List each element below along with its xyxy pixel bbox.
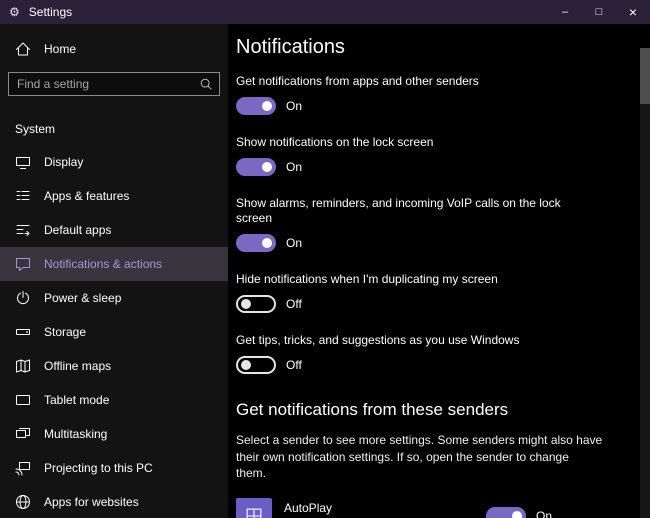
- setting-label: Get tips, tricks, and suggestions as you…: [236, 333, 626, 348]
- home-icon: [15, 41, 31, 57]
- toggle-state-label: On: [286, 160, 302, 174]
- setting-label: Show alarms, reminders, and incoming VoI…: [236, 196, 626, 226]
- close-button[interactable]: ×: [616, 0, 650, 24]
- window-controls: – □ ×: [548, 0, 650, 24]
- sidebar-item-label: Offline maps: [44, 359, 111, 373]
- projecting-icon: [15, 460, 31, 476]
- display-icon: [15, 154, 31, 170]
- storage-icon: [15, 324, 31, 340]
- sidebar-item-label: Projecting to this PC: [44, 461, 153, 475]
- toggle-state-label: On: [536, 509, 552, 518]
- sidebar-item-label: Power & sleep: [44, 291, 121, 305]
- gear-icon: ⚙: [9, 6, 20, 18]
- toggle-knob: [262, 101, 272, 111]
- sidebar-item-storage[interactable]: Storage: [0, 315, 228, 349]
- toggle-switch[interactable]: [236, 295, 276, 313]
- minimize-button[interactable]: –: [548, 0, 582, 24]
- sidebar-item-apps-features[interactable]: Apps & features: [0, 179, 228, 213]
- setting-get-notifications: Get notifications from apps and other se…: [236, 74, 626, 115]
- sidebar-item-label: Apps & features: [44, 189, 129, 203]
- toggle-switch[interactable]: [236, 234, 276, 252]
- setting-label: Show notifications on the lock screen: [236, 135, 626, 150]
- window-title: Settings: [29, 5, 72, 19]
- sidebar-item-home[interactable]: Home: [0, 32, 228, 66]
- sidebar-item-default-apps[interactable]: Default apps: [0, 213, 228, 247]
- sidebar-item-tablet-mode[interactable]: Tablet mode: [0, 383, 228, 417]
- sidebar-item-label: Tablet mode: [44, 393, 109, 407]
- toggle-knob: [262, 162, 272, 172]
- toggle-switch[interactable]: [486, 507, 526, 518]
- websites-icon: [15, 494, 31, 510]
- sidebar-item-label: Display: [44, 155, 83, 169]
- page-title: Notifications: [236, 34, 626, 60]
- toggle-switch[interactable]: [236, 356, 276, 374]
- setting-label: Hide notifications when I'm duplicating …: [236, 272, 626, 287]
- setting-label: Get notifications from apps and other se…: [236, 74, 626, 89]
- notifications-icon: [15, 256, 31, 272]
- sidebar-item-label: Default apps: [44, 223, 111, 237]
- senders-section-description: Select a sender to see more settings. So…: [236, 432, 626, 482]
- notifications-settings-page: Notifications Get notifications from app…: [228, 24, 650, 518]
- senders-section-title: Get notifications from these senders: [236, 400, 626, 420]
- sidebar-item-label: Multitasking: [44, 427, 107, 441]
- sidebar-item-label: Home: [44, 42, 76, 56]
- offline-maps-icon: [15, 358, 31, 374]
- toggle-switch[interactable]: [236, 97, 276, 115]
- sidebar-item-apps-websites[interactable]: Apps for websites: [0, 485, 228, 518]
- sidebar-item-label: Storage: [44, 325, 86, 339]
- toggle-state-label: Off: [286, 358, 302, 372]
- sidebar-item-multitasking[interactable]: Multitasking: [0, 417, 228, 451]
- setting-alarms-voip-lock-screen: Show alarms, reminders, and incoming VoI…: [236, 196, 626, 252]
- search-box: [8, 72, 220, 96]
- toggle-state-label: Off: [286, 297, 302, 311]
- sender-name: AutoPlay: [284, 501, 389, 515]
- settings-sidebar: Home System Display Apps & features: [0, 24, 228, 518]
- apps-features-icon: [15, 188, 31, 204]
- sidebar-item-notifications-actions[interactable]: Notifications & actions: [0, 247, 228, 281]
- sidebar-item-label: Notifications & actions: [44, 257, 162, 271]
- sidebar-item-projecting[interactable]: Projecting to this PC: [0, 451, 228, 485]
- sidebar-item-display[interactable]: Display: [0, 145, 228, 179]
- scrollbar-thumb[interactable]: [640, 48, 650, 104]
- sidebar-nav: Display Apps & features Default apps Not…: [0, 145, 228, 518]
- setting-tips-tricks-suggestions: Get tips, tricks, and suggestions as you…: [236, 333, 626, 374]
- toggle-knob: [241, 360, 251, 370]
- tablet-mode-icon: [15, 392, 31, 408]
- toggle-state-label: On: [286, 99, 302, 113]
- sidebar-section-label: System: [0, 96, 228, 145]
- sidebar-item-power-sleep[interactable]: Power & sleep: [0, 281, 228, 315]
- setting-lock-screen-notifications: Show notifications on the lock screen On: [236, 135, 626, 176]
- toggle-knob: [512, 511, 522, 518]
- multitasking-icon: [15, 426, 31, 442]
- toggle-knob: [241, 299, 251, 309]
- maximize-button[interactable]: □: [582, 0, 616, 24]
- power-icon: [15, 290, 31, 306]
- setting-hide-when-duplicating: Hide notifications when I'm duplicating …: [236, 272, 626, 313]
- sidebar-item-offline-maps[interactable]: Offline maps: [0, 349, 228, 383]
- toggle-switch[interactable]: [236, 158, 276, 176]
- search-icon[interactable]: [199, 77, 213, 91]
- titlebar: ⚙ Settings – □ ×: [0, 0, 650, 24]
- sender-row-autoplay[interactable]: AutoPlay On: Banners, Sounds On: [236, 498, 552, 518]
- autoplay-tile-icon: [236, 498, 272, 518]
- sidebar-item-label: Apps for websites: [44, 495, 139, 509]
- toggle-state-label: On: [286, 236, 302, 250]
- vertical-scrollbar[interactable]: [640, 48, 650, 518]
- search-input[interactable]: [17, 77, 199, 91]
- default-apps-icon: [15, 222, 31, 238]
- toggle-knob: [262, 238, 272, 248]
